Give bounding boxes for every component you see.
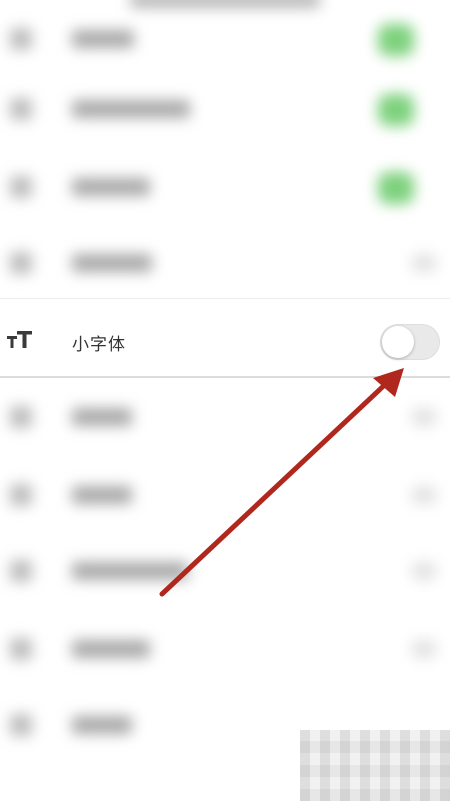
setting-icon (10, 714, 32, 736)
toggle-knob (382, 326, 414, 358)
blurred-label (72, 254, 152, 272)
toggle-off-indicator (412, 254, 436, 272)
toggle-on-indicator (378, 24, 414, 56)
blurred-label (72, 716, 132, 734)
setting-row-small-font: 小字体 (0, 304, 450, 376)
blurred-setting-row (0, 2, 450, 78)
text-size-icon (6, 328, 34, 350)
setting-icon (10, 484, 32, 506)
blurred-setting-row (0, 534, 450, 610)
blurred-setting-row (0, 226, 450, 302)
blurred-setting-row (0, 458, 450, 534)
toggle-off-indicator (412, 562, 436, 580)
toggle-off-indicator (412, 640, 436, 658)
setting-label: 小字体 (72, 335, 126, 355)
setting-icon (10, 560, 32, 582)
setting-icon (10, 638, 32, 660)
divider (0, 376, 450, 378)
watermark (300, 730, 450, 801)
blurred-label (72, 178, 150, 196)
small-font-toggle[interactable] (380, 324, 440, 360)
blurred-setting-row (0, 380, 450, 456)
toggle-off-indicator (412, 408, 436, 426)
blurred-label (72, 30, 134, 48)
blurred-settings-list (0, 0, 450, 801)
setting-icon (10, 406, 32, 428)
blurred-setting-row (0, 150, 450, 226)
blurred-label (72, 562, 188, 580)
setting-icon (10, 252, 32, 274)
setting-icon (10, 98, 32, 120)
toggle-on-indicator (378, 172, 414, 204)
divider (0, 298, 450, 299)
blurred-setting-row (0, 72, 450, 148)
setting-icon (10, 28, 32, 50)
blurred-label (72, 100, 190, 118)
toggle-on-indicator (378, 94, 414, 126)
blurred-label (72, 486, 132, 504)
setting-icon (10, 176, 32, 198)
blurred-setting-row (0, 612, 450, 688)
blurred-label (72, 408, 132, 426)
blurred-label (72, 640, 150, 658)
toggle-off-indicator (412, 486, 436, 504)
